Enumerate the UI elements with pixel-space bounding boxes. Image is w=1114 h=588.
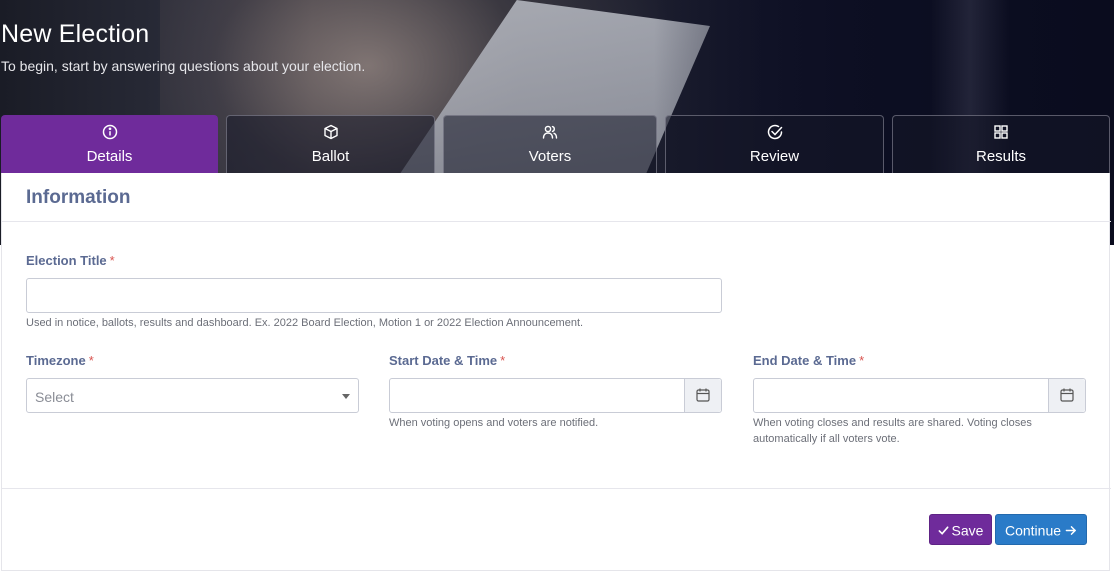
end-date-picker-button[interactable] (1048, 379, 1085, 412)
end-date-input[interactable] (754, 379, 1049, 412)
tab-review[interactable]: Review (665, 115, 884, 173)
label-text: Election Title (26, 253, 107, 268)
tab-label: Details (86, 148, 133, 165)
tab-label: Results (975, 148, 1027, 165)
required-marker: * (859, 353, 865, 368)
footer-divider (2, 488, 1111, 489)
continue-label: Continue (1004, 522, 1062, 539)
end-date-help: When voting closes and results are share… (753, 415, 1032, 447)
details-card: Information Election Title * Used in noti… (1, 173, 1111, 571)
end-date-field (753, 378, 1086, 413)
required-marker: * (88, 353, 94, 368)
tab-voters[interactable]: Voters (443, 115, 657, 173)
tab-ballot[interactable]: Ballot (226, 115, 435, 173)
timezone-placeholder: Select (35, 389, 74, 405)
label-text: Timezone (26, 353, 86, 368)
start-date-picker-button[interactable] (684, 379, 721, 412)
tab-details[interactable]: Details (1, 115, 218, 173)
header-divider (2, 221, 1111, 222)
required-marker: * (109, 253, 115, 268)
required-marker: * (500, 353, 506, 368)
cube-icon (323, 124, 338, 140)
calendar-icon (1060, 388, 1074, 402)
tab-label: Ballot (311, 148, 350, 165)
page-title: New Election (1, 20, 150, 48)
timezone-select[interactable]: Select (26, 378, 359, 413)
start-date-input[interactable] (390, 379, 685, 412)
election-title-input[interactable] (26, 278, 722, 313)
start-date-label: Start Date & Time * (389, 353, 505, 368)
info-icon (102, 124, 117, 140)
arrow-right-icon (1065, 525, 1076, 535)
election-title-label: Election Title * (26, 253, 115, 268)
users-icon (542, 125, 558, 139)
tab-label: Review (749, 148, 800, 165)
calendar-icon (696, 388, 710, 402)
save-label: Save (951, 522, 984, 539)
check-circle-icon (767, 124, 782, 140)
save-button[interactable]: Save (929, 514, 992, 545)
tab-label: Voters (528, 148, 572, 165)
grid-icon (994, 125, 1008, 139)
section-title: Information (26, 187, 131, 208)
continue-button[interactable]: Continue (995, 514, 1087, 545)
caret-down-icon (342, 394, 350, 399)
check-icon (938, 526, 948, 535)
end-date-label: End Date & Time * (753, 353, 864, 368)
end-date-help-line2: automatically if all voters vote. (753, 433, 900, 445)
tab-results[interactable]: Results (892, 115, 1110, 173)
page-subtitle: To begin, start by answering questions a… (1, 58, 366, 74)
label-text: End Date & Time (753, 353, 857, 368)
election-title-help: Used in notice, ballots, results and das… (26, 317, 584, 329)
start-date-field (389, 378, 722, 413)
end-date-help-line1: When voting closes and results are share… (753, 417, 1032, 429)
timezone-label: Timezone * (26, 353, 94, 368)
label-text: Start Date & Time (389, 353, 498, 368)
start-date-help: When voting opens and voters are notifie… (389, 417, 599, 429)
